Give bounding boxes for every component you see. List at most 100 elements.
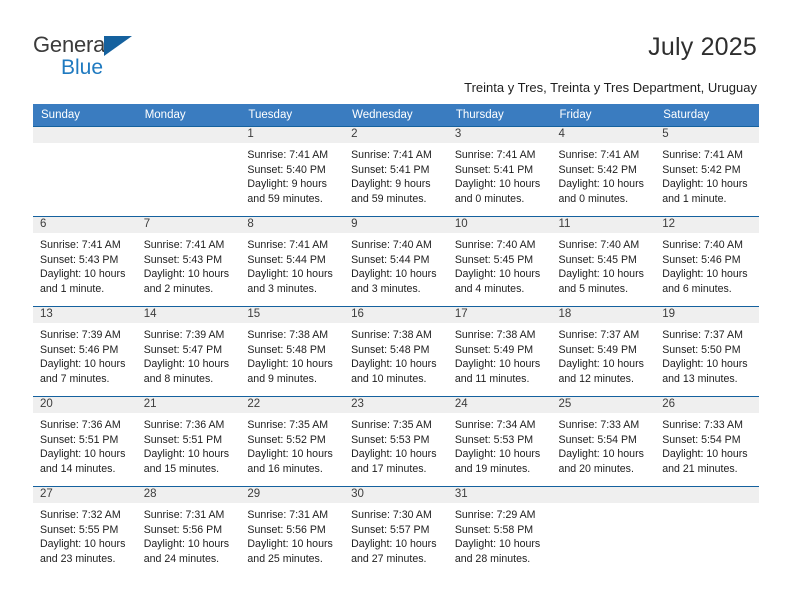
- day-details: Sunrise: 7:29 AM Sunset: 5:58 PM Daylight:…: [448, 503, 552, 566]
- day-details: Sunrise: 7:34 AM Sunset: 5:53 PM Daylight:…: [448, 413, 552, 476]
- day-number: 17: [447, 307, 552, 323]
- calendar-cell-empty: [33, 126, 137, 217]
- sunrise-text: Sunrise: 7:41 AM: [351, 149, 432, 161]
- day-number: 18: [551, 307, 656, 323]
- calendar-day-cell[interactable]: 13 Sunrise: 7:39 AM Sunset: 5:46 PM Dayligh…: [33, 306, 137, 397]
- calendar-day-cell[interactable]: 19 Sunrise: 7:37 AM Sunset: 5:50 PM Dayligh…: [655, 306, 759, 397]
- calendar-day-cell[interactable]: 7 Sunrise: 7:41 AM Sunset: 5:43 PM Daylight…: [136, 216, 241, 307]
- calendar-day-cell[interactable]: 24 Sunrise: 7:34 AM Sunset: 5:53 PM Dayligh…: [447, 396, 552, 487]
- sunset-text: Sunset: 5:51 PM: [40, 433, 119, 446]
- calendar-day-cell[interactable]: 20 Sunrise: 7:36 AM Sunset: 5:51 PM Dayligh…: [33, 396, 137, 487]
- daylight-text: Daylight: 9 hours and 59 minutes.: [351, 178, 431, 205]
- weekday-header-saturday: Saturday: [655, 104, 759, 127]
- calendar-day-cell[interactable]: 2 Sunrise: 7:41 AM Sunset: 5:41 PM Daylight…: [344, 126, 448, 217]
- calendar-day-cell[interactable]: 25 Sunrise: 7:33 AM Sunset: 5:54 PM Dayligh…: [551, 396, 656, 487]
- day-details: Sunrise: 7:38 AM Sunset: 5:49 PM Daylight:…: [448, 323, 552, 386]
- calendar-week-row: 1 Sunrise: 7:41 AM Sunset: 5:40 PM Daylight…: [33, 126, 759, 217]
- calendar-body: 1 Sunrise: 7:41 AM Sunset: 5:40 PM Daylight…: [33, 126, 759, 577]
- sunset-text: Sunset: 5:58 PM: [454, 523, 534, 536]
- calendar-day-cell[interactable]: 11 Sunrise: 7:40 AM Sunset: 5:45 PM Dayligh…: [551, 216, 656, 307]
- day-number: 27: [33, 487, 137, 503]
- general-blue-logo[interactable]: General Blue: [33, 34, 203, 82]
- day-details: Sunrise: 7:39 AM Sunset: 5:47 PM Daylight:…: [137, 323, 241, 386]
- sunrise-text: Sunrise: 7:38 AM: [454, 329, 536, 341]
- calendar-day-cell[interactable]: 12 Sunrise: 7:40 AM Sunset: 5:46 PM Dayligh…: [655, 216, 759, 307]
- weekday-header-thursday: Thursday: [447, 104, 552, 127]
- calendar-day-cell[interactable]: 1 Sunrise: 7:41 AM Sunset: 5:40 PM Daylight…: [240, 126, 345, 217]
- daylight-text: Daylight: 10 hours and 23 minutes.: [40, 538, 126, 565]
- daylight-text: Daylight: 10 hours and 9 minutes.: [247, 358, 333, 385]
- calendar-day-cell[interactable]: 18 Sunrise: 7:37 AM Sunset: 5:49 PM Dayligh…: [551, 306, 656, 397]
- page-subtitle: Treinta y Tres, Treinta y Tres Departmen…: [464, 80, 757, 95]
- day-details: Sunrise: 7:41 AM Sunset: 5:42 PM Daylight:…: [552, 143, 656, 206]
- daylight-text: Daylight: 10 hours and 17 minutes.: [351, 448, 437, 475]
- calendar-day-cell[interactable]: 30 Sunrise: 7:30 AM Sunset: 5:57 PM Dayligh…: [344, 486, 448, 577]
- sunset-text: Sunset: 5:45 PM: [558, 253, 637, 266]
- sunrise-text: Sunrise: 7:39 AM: [143, 329, 225, 341]
- page-title: July 2025: [648, 33, 757, 61]
- sunrise-text: Sunrise: 7:36 AM: [40, 419, 121, 431]
- day-details: Sunrise: 7:33 AM Sunset: 5:54 PM Daylight:…: [655, 413, 759, 476]
- day-details: Sunrise: 7:37 AM Sunset: 5:50 PM Daylight:…: [655, 323, 759, 386]
- sunset-text: Sunset: 5:57 PM: [351, 523, 430, 536]
- day-number: 13: [33, 307, 137, 323]
- sunrise-text: Sunrise: 7:34 AM: [454, 419, 536, 431]
- day-number: 6: [33, 217, 137, 233]
- day-details: Sunrise: 7:40 AM Sunset: 5:44 PM Daylight:…: [344, 233, 448, 296]
- day-number: [551, 487, 656, 503]
- sunset-text: Sunset: 5:42 PM: [558, 163, 637, 176]
- calendar-week-row: 13 Sunrise: 7:39 AM Sunset: 5:46 PM Dayligh…: [33, 306, 759, 397]
- calendar-day-cell[interactable]: 21 Sunrise: 7:36 AM Sunset: 5:51 PM Dayligh…: [136, 396, 241, 487]
- day-number: 30: [344, 487, 448, 503]
- logo-text-general: General: [33, 32, 110, 57]
- sunset-text: Sunset: 5:54 PM: [662, 433, 741, 446]
- logo-text-blue: Blue: [61, 56, 104, 79]
- calendar-day-cell[interactable]: 31 Sunrise: 7:29 AM Sunset: 5:58 PM Dayligh…: [447, 486, 552, 577]
- calendar-day-cell[interactable]: 6 Sunrise: 7:41 AM Sunset: 5:43 PM Daylight…: [33, 216, 137, 307]
- day-details: Sunrise: 7:41 AM Sunset: 5:42 PM Daylight:…: [655, 143, 759, 206]
- day-details: Sunrise: 7:32 AM Sunset: 5:55 PM Daylight:…: [33, 503, 137, 566]
- calendar-day-cell[interactable]: 17 Sunrise: 7:38 AM Sunset: 5:49 PM Dayligh…: [447, 306, 552, 397]
- calendar-day-cell[interactable]: 16 Sunrise: 7:38 AM Sunset: 5:48 PM Dayligh…: [344, 306, 448, 397]
- calendar-day-cell[interactable]: 23 Sunrise: 7:35 AM Sunset: 5:53 PM Dayligh…: [344, 396, 448, 487]
- day-number: 15: [240, 307, 345, 323]
- day-number: [136, 127, 241, 143]
- weekday-header-tuesday: Tuesday: [240, 104, 345, 127]
- daylight-text: Daylight: 10 hours and 0 minutes.: [558, 178, 644, 205]
- sunset-text: Sunset: 5:40 PM: [247, 163, 326, 176]
- calendar-day-cell[interactable]: 15 Sunrise: 7:38 AM Sunset: 5:48 PM Dayligh…: [240, 306, 345, 397]
- day-details: Sunrise: 7:41 AM Sunset: 5:43 PM Daylight:…: [137, 233, 241, 296]
- day-number: 11: [551, 217, 656, 233]
- daylight-text: Daylight: 10 hours and 10 minutes.: [351, 358, 437, 385]
- calendar-day-cell[interactable]: 26 Sunrise: 7:33 AM Sunset: 5:54 PM Dayligh…: [655, 396, 759, 487]
- day-number: 19: [655, 307, 759, 323]
- calendar-day-cell[interactable]: 3 Sunrise: 7:41 AM Sunset: 5:41 PM Daylight…: [447, 126, 552, 217]
- sunset-text: Sunset: 5:42 PM: [662, 163, 741, 176]
- daylight-text: Daylight: 10 hours and 1 minute.: [40, 268, 126, 295]
- day-details: Sunrise: 7:38 AM Sunset: 5:48 PM Daylight:…: [344, 323, 448, 386]
- calendar-day-cell[interactable]: 27 Sunrise: 7:32 AM Sunset: 5:55 PM Dayligh…: [33, 486, 137, 577]
- day-number: 29: [240, 487, 345, 503]
- calendar-day-cell[interactable]: 4 Sunrise: 7:41 AM Sunset: 5:42 PM Daylight…: [551, 126, 656, 217]
- calendar-day-cell[interactable]: 8 Sunrise: 7:41 AM Sunset: 5:44 PM Daylight…: [240, 216, 345, 307]
- sunrise-text: Sunrise: 7:41 AM: [454, 149, 536, 161]
- sunset-text: Sunset: 5:48 PM: [247, 343, 326, 356]
- calendar-day-cell[interactable]: 10 Sunrise: 7:40 AM Sunset: 5:45 PM Dayligh…: [447, 216, 552, 307]
- calendar-day-cell[interactable]: 5 Sunrise: 7:41 AM Sunset: 5:42 PM Daylight…: [655, 126, 759, 217]
- day-details: Sunrise: 7:31 AM Sunset: 5:56 PM Daylight:…: [240, 503, 344, 566]
- daylight-text: Daylight: 9 hours and 59 minutes.: [247, 178, 327, 205]
- calendar-day-cell[interactable]: 9 Sunrise: 7:40 AM Sunset: 5:44 PM Daylight…: [344, 216, 448, 307]
- weekday-header-friday: Friday: [551, 104, 656, 127]
- calendar-day-cell[interactable]: 14 Sunrise: 7:39 AM Sunset: 5:47 PM Dayligh…: [136, 306, 241, 397]
- calendar-day-cell[interactable]: 22 Sunrise: 7:35 AM Sunset: 5:52 PM Dayligh…: [240, 396, 345, 487]
- sunrise-text: Sunrise: 7:40 AM: [351, 239, 432, 251]
- sunrise-text: Sunrise: 7:35 AM: [247, 419, 329, 431]
- sunset-text: Sunset: 5:49 PM: [454, 343, 534, 356]
- calendar-day-cell[interactable]: 29 Sunrise: 7:31 AM Sunset: 5:56 PM Dayligh…: [240, 486, 345, 577]
- sunset-text: Sunset: 5:47 PM: [143, 343, 223, 356]
- sunset-text: Sunset: 5:55 PM: [40, 523, 119, 536]
- calendar-day-cell[interactable]: 28 Sunrise: 7:31 AM Sunset: 5:56 PM Dayligh…: [136, 486, 241, 577]
- sunrise-text: Sunrise: 7:37 AM: [558, 329, 640, 341]
- day-number: 5: [655, 127, 759, 143]
- sunrise-text: Sunrise: 7:41 AM: [247, 149, 329, 161]
